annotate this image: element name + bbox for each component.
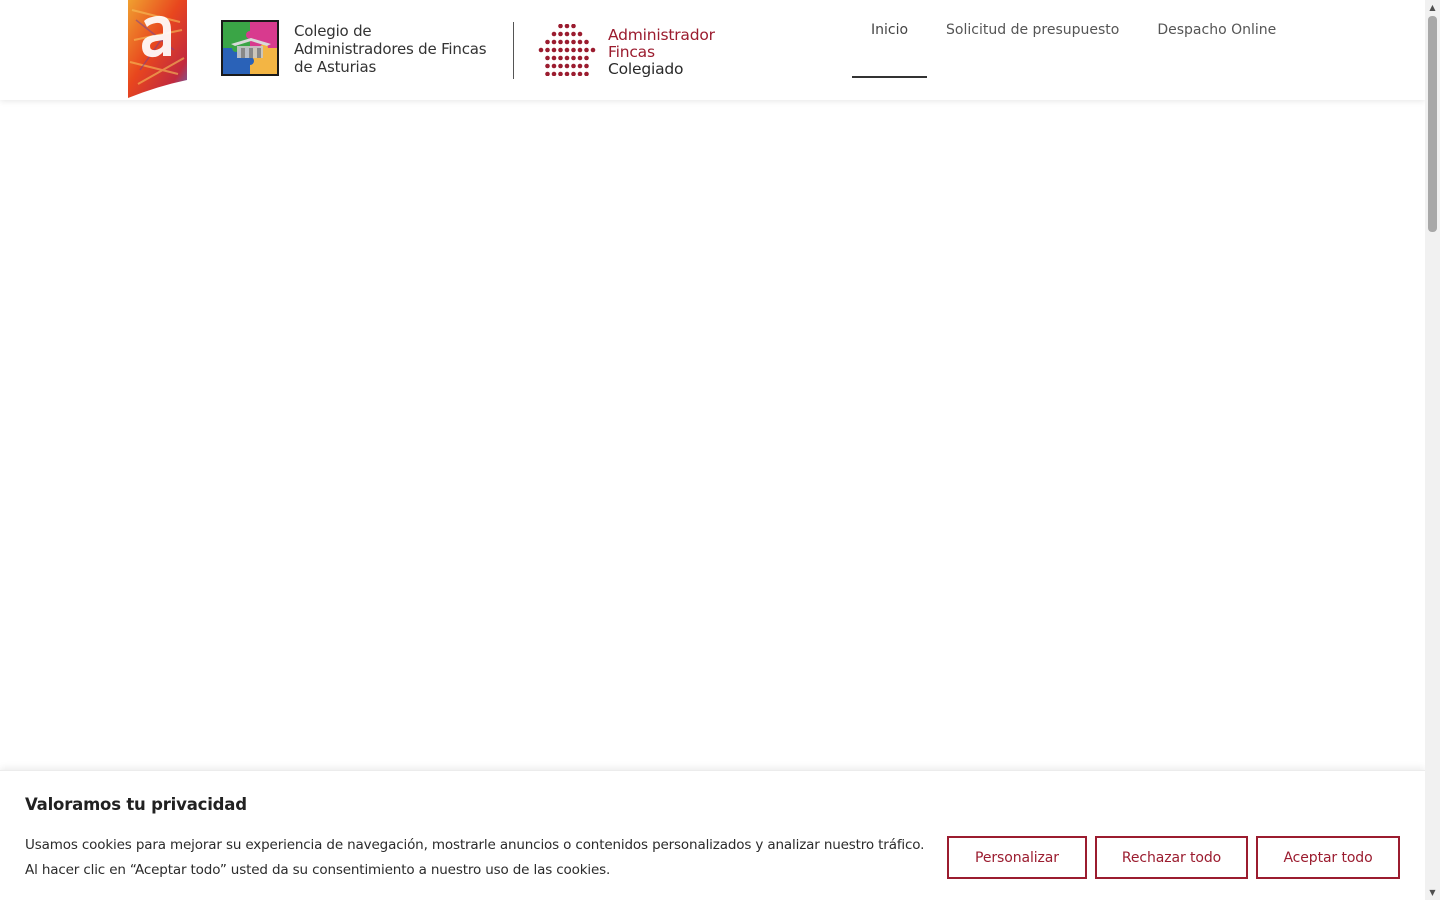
logo-dot xyxy=(571,47,576,53)
logo-dot xyxy=(551,71,557,76)
logo-dot xyxy=(564,31,570,37)
logo-dot xyxy=(558,71,563,76)
logo-dot xyxy=(584,55,589,61)
logo-dot xyxy=(577,47,583,53)
logo-dot xyxy=(577,71,583,76)
logo-dot xyxy=(545,39,550,45)
logo-dot xyxy=(551,39,557,45)
arrow-down-icon[interactable]: ▼ xyxy=(1425,885,1440,900)
logo-dot xyxy=(545,47,550,53)
logo-dot xyxy=(564,63,570,69)
cookie-description-line: Usamos cookies para mejorar su experienc… xyxy=(25,837,925,853)
cookie-description-line: Al hacer clic en “Aceptar todo” usted da… xyxy=(25,862,611,878)
colegio-name: Colegio de Administradores de Fincas de … xyxy=(294,22,506,76)
logo-dot xyxy=(564,55,570,61)
logo-dot xyxy=(564,39,570,45)
logo-dot xyxy=(545,55,550,61)
nav-item-solicitud-presupuesto[interactable]: Solicitud de presupuesto xyxy=(927,0,1138,78)
logo-dot xyxy=(577,55,583,61)
logo-dot xyxy=(571,39,576,45)
logo-dot xyxy=(551,31,557,37)
nav-item-inicio[interactable]: Inicio xyxy=(852,0,928,78)
accept-all-button[interactable]: Aceptar todo xyxy=(1256,836,1400,879)
colegio-name-line: Colegio de xyxy=(294,22,372,40)
main-nav: Inicio Solicitud de presupuesto Despacho… xyxy=(852,0,1295,100)
logo-dot xyxy=(564,47,570,53)
logo-dot xyxy=(571,63,576,69)
logo-dot xyxy=(538,47,544,53)
logo-dot xyxy=(577,31,583,37)
scrollbar-thumb[interactable] xyxy=(1428,16,1437,232)
logo-dot xyxy=(564,24,570,29)
logo-dot xyxy=(558,63,563,69)
logo-dot xyxy=(584,39,589,45)
header-divider xyxy=(513,22,514,79)
logo-dot xyxy=(577,63,583,69)
cookie-description: Usamos cookies para mejorar su experienc… xyxy=(25,833,940,883)
cookie-title: Valoramos tu privacidad xyxy=(25,795,247,814)
logo-dot xyxy=(558,47,563,53)
logo-dot xyxy=(564,71,570,76)
letter-a-logo-icon[interactable] xyxy=(128,0,187,98)
page-viewport: Colegio de Administradores de Fincas de … xyxy=(0,0,1440,900)
logo-dot xyxy=(551,55,557,61)
afc-text-line: Administrador xyxy=(608,26,715,44)
dot-matrix-logo-icon[interactable] xyxy=(537,24,597,76)
reject-all-button[interactable]: Rechazar todo xyxy=(1095,836,1248,879)
cookie-banner: Valoramos tu privacidad Usamos cookies p… xyxy=(0,770,1425,900)
logo-dot xyxy=(558,31,563,37)
logo-dot xyxy=(584,63,589,69)
afc-text-line: Fincas xyxy=(608,43,655,61)
logo-dot xyxy=(571,24,576,29)
logo-dot xyxy=(571,71,576,76)
arrow-up-icon[interactable]: ▲ xyxy=(1425,0,1440,15)
colegio-puzzle-logo-icon[interactable] xyxy=(221,20,279,76)
logo-dot xyxy=(551,63,557,69)
logo-dot xyxy=(545,71,550,76)
afc-brand-text: Administrador Fincas Colegiado xyxy=(608,27,738,78)
logo-dot xyxy=(558,24,563,29)
logo-dot xyxy=(584,47,589,53)
logo-dot xyxy=(577,39,583,45)
page-scrollbar[interactable]: ▲ ▼ xyxy=(1425,0,1440,900)
logo-dot xyxy=(551,47,557,53)
logo-dot xyxy=(558,55,563,61)
afc-text-line: Colegiado xyxy=(608,60,684,78)
logo-dot xyxy=(571,55,576,61)
site-header: Colegio de Administradores de Fincas de … xyxy=(0,0,1425,100)
logo-dot xyxy=(545,63,550,69)
logo-dot xyxy=(571,31,576,37)
logo-dot xyxy=(558,39,563,45)
customize-button[interactable]: Personalizar xyxy=(947,836,1087,879)
nav-item-despacho-online[interactable]: Despacho Online xyxy=(1138,0,1295,78)
logo-dot xyxy=(584,71,589,76)
logo-dot xyxy=(590,47,596,53)
colegio-name-line: de Asturias xyxy=(294,58,377,76)
colegio-name-line: Administradores de Fincas xyxy=(294,40,487,58)
